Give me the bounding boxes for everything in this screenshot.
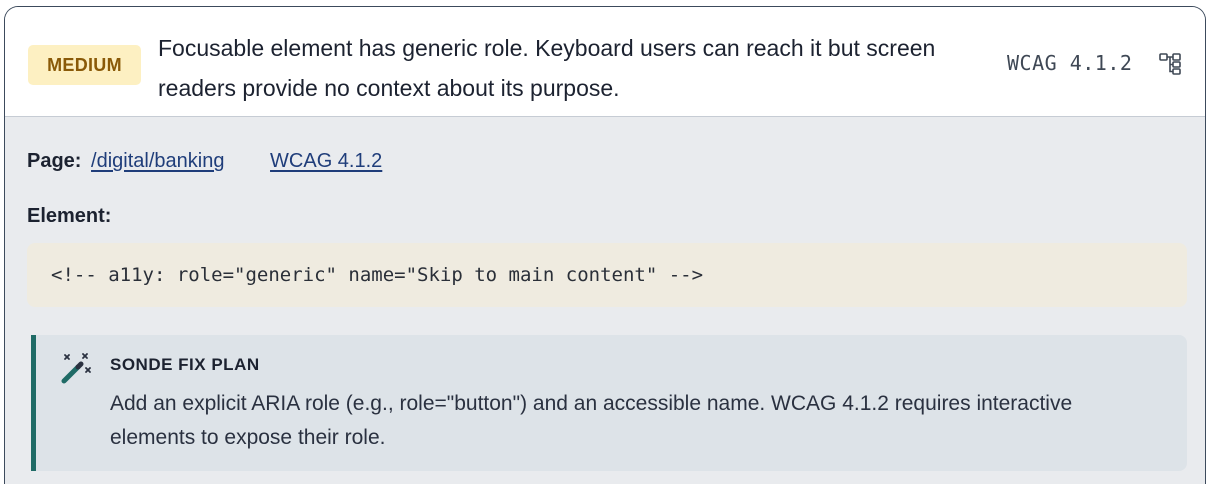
fix-plan-body: Add an explicit ARIA role (e.g., role="b… [110, 392, 1073, 449]
wcag-reference: WCAG 4.1.2 [1007, 51, 1133, 75]
issue-header[interactable]: MEDIUM Focusable element has generic rol… [5, 7, 1205, 117]
wcag-link[interactable]: WCAG 4.1.2 [270, 150, 382, 172]
issue-card: MEDIUM Focusable element has generic rol… [4, 6, 1206, 484]
issue-summary: Focusable element has generic role. Keyb… [158, 35, 936, 101]
element-code: <!-- a11y: role="generic" name="Skip to … [51, 264, 704, 286]
magic-wand-icon [61, 353, 91, 384]
page-line: Page: /digital/banking WCAG 4.1.2 [27, 150, 382, 173]
tree-structure-icon[interactable] [1158, 52, 1182, 76]
element-label: Element: [27, 205, 112, 227]
page-label: Page: [27, 150, 82, 172]
fix-plan-panel: SONDE FIX PLAN Add an explicit ARIA role… [31, 335, 1187, 471]
fix-plan-title: SONDE FIX PLAN [110, 355, 260, 374]
severity-badge: MEDIUM [28, 45, 141, 85]
element-code-block: <!-- a11y: role="generic" name="Skip to … [27, 243, 1187, 307]
page-link[interactable]: /digital/banking [91, 150, 224, 172]
